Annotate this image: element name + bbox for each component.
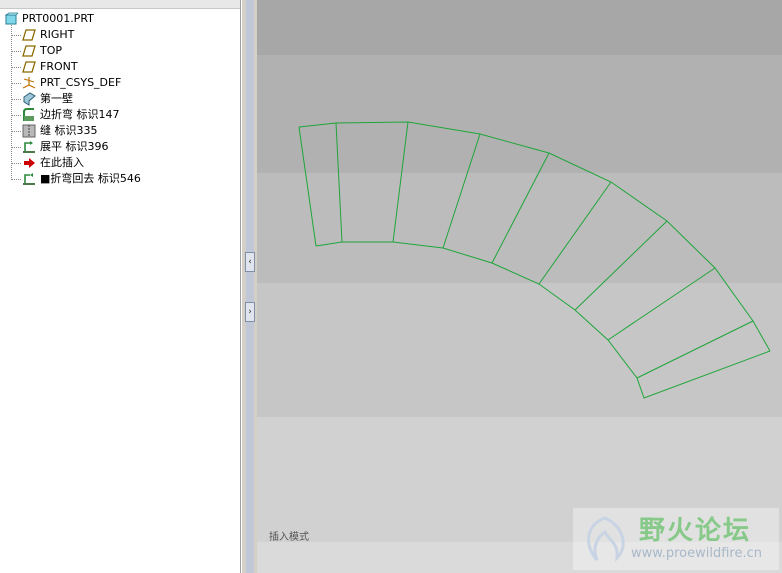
watermark: 野火论坛 www.proewildfire.cn	[573, 508, 779, 570]
datum-plane-icon	[22, 45, 36, 57]
tree-item-label: 在此插入	[40, 156, 84, 169]
tree-item-label: 缝 标识335	[40, 124, 98, 137]
tree-connector	[11, 83, 21, 84]
bend-line	[607, 267, 716, 341]
edge-bend-icon	[23, 108, 34, 121]
left-edge	[298, 126, 317, 247]
tree-item-label: 第一壁	[40, 92, 73, 105]
tree-connector	[11, 25, 12, 180]
datum-plane-icon	[22, 29, 36, 41]
tree-item-label: ■折弯回去 标识546	[40, 172, 141, 185]
bend-line	[538, 181, 612, 285]
tree-connector	[11, 51, 21, 52]
tree-connector	[11, 147, 21, 148]
watermark-title: 野火论坛	[639, 516, 752, 546]
graphics-window[interactable]: 插入模式 野火论坛 www.proewildfire.cn	[257, 0, 782, 573]
tree-connector	[11, 67, 21, 68]
bend-line	[491, 152, 550, 264]
bend-line	[335, 122, 343, 243]
model-tree-header	[0, 0, 240, 9]
mode-status-text: 插入模式	[269, 532, 309, 543]
tree-item-label: PRT0001.PRT	[22, 12, 94, 25]
tree-item-label: 边折弯 标识147	[40, 108, 120, 121]
datum-plane-icon	[22, 61, 36, 73]
sheetmetal-wall-icon	[23, 92, 36, 106]
model-tree: PRT0001.PRT RIGHT TOP FRONT PRT_CSYS_DEF…	[0, 0, 241, 573]
tree-item-label: 展平 标识396	[40, 140, 109, 153]
tree-item-label: FRONT	[40, 60, 78, 73]
collapse-panel-button[interactable]: ‹	[245, 252, 255, 272]
tree-connector	[11, 115, 21, 116]
tree-item-label: TOP	[40, 44, 63, 57]
bend-line	[442, 133, 481, 249]
inner-edge	[315, 241, 771, 399]
coordinate-system-icon	[22, 77, 36, 89]
sheetmetal-geometry[interactable]	[257, 0, 782, 573]
tree-connector	[11, 99, 21, 100]
panel-splitter[interactable]: ‹ ›	[241, 0, 257, 573]
tree-item-label: PRT_CSYS_DEF	[40, 76, 122, 89]
flame-logo-icon	[587, 516, 625, 563]
watermark-url: www.proewildfire.cn	[631, 546, 762, 561]
tree-connector	[11, 131, 21, 132]
tree-connector	[11, 163, 21, 164]
tree-connector	[11, 35, 21, 36]
bend-line	[574, 220, 668, 311]
bend-back-icon	[23, 173, 35, 185]
part-icon	[4, 12, 18, 25]
bend-line	[392, 121, 409, 243]
splitter-bar[interactable]	[246, 0, 254, 573]
unbend-icon	[23, 141, 35, 153]
tree-connector	[11, 179, 21, 180]
outer-edge	[298, 121, 771, 352]
tree-item-label: RIGHT	[40, 28, 75, 41]
bend-line	[636, 320, 754, 379]
rip-icon	[22, 124, 36, 138]
expand-panel-button[interactable]: ›	[245, 302, 255, 322]
insert-here-arrow-icon	[24, 158, 35, 168]
